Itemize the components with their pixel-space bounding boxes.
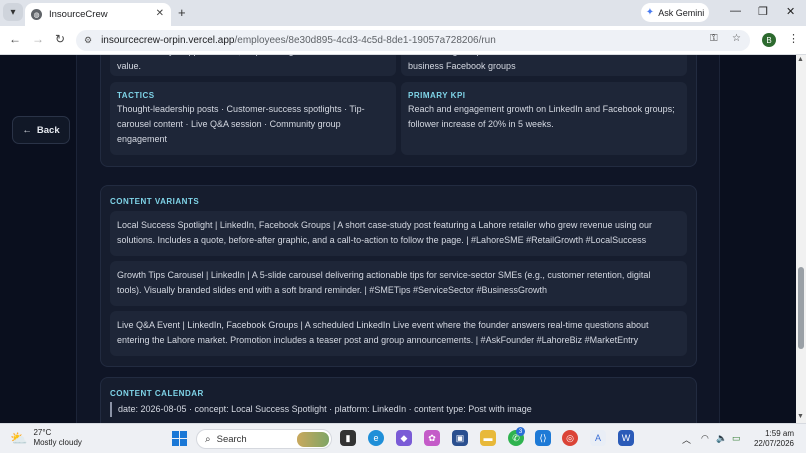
taskbar-search[interactable]: ⌕ Search bbox=[196, 429, 332, 449]
new-tab-icon[interactable]: + bbox=[178, 5, 186, 20]
tactics-text: Thought-leadership posts · Customer-succ… bbox=[117, 104, 365, 144]
variant-text: Local Success Spotlight | LinkedIn, Face… bbox=[117, 220, 652, 245]
browser-toolbar: ← → ↻ ⚙ insourcecrew-orpin.vercel.app/em… bbox=[0, 26, 806, 55]
ask-gemini-button[interactable]: ✦ Ask Gemini bbox=[641, 3, 709, 22]
copilot-icon[interactable]: ◆ bbox=[396, 430, 412, 446]
calendar-entry-marker bbox=[110, 402, 112, 417]
tab-title: InsourceCrew bbox=[49, 9, 108, 20]
content-variants-label: CONTENT VARIANTS bbox=[110, 197, 200, 206]
page-scrollbar[interactable]: ▲ ▼ bbox=[796, 55, 806, 423]
list-item: Local Success Spotlight | LinkedIn, Face… bbox=[110, 211, 687, 256]
notification-badge: 3 bbox=[516, 427, 525, 436]
reload-icon[interactable]: ↻ bbox=[55, 32, 65, 46]
tone-text: Professional yet approachable, emphasizi… bbox=[117, 55, 374, 71]
page-viewport: ← Back Professional yet approachable, em… bbox=[0, 55, 796, 423]
weather-widget[interactable]: ⛅ 27°C Mostly cloudy bbox=[10, 428, 82, 448]
minimize-icon[interactable]: — bbox=[730, 5, 741, 17]
gemini-sparkle-icon: ✦ bbox=[645, 7, 655, 18]
bookmark-star-icon[interactable]: ☆ bbox=[732, 33, 741, 44]
browser-tab[interactable]: ◍ InsourceCrew ✕ bbox=[25, 3, 171, 26]
tactics-label: TACTICS bbox=[117, 91, 155, 100]
channels-text: LinkedIn organic posts · LinkedIn articl… bbox=[408, 55, 673, 71]
url-path: /employees/8e30d895-4cd3-4c5d-8de1-19057… bbox=[234, 35, 496, 46]
password-key-icon[interactable]: ⚿ bbox=[710, 33, 718, 44]
browser-tab-bar: ▾ ◍ InsourceCrew ✕ + ✦ Ask Gemini — ❐ ✕ bbox=[0, 0, 806, 26]
list-item: Live Q&A Event | LinkedIn, Facebook Grou… bbox=[110, 311, 687, 356]
back-label: Back bbox=[36, 124, 60, 136]
browser-menu-icon[interactable]: ⋮ bbox=[788, 32, 799, 45]
wifi-icon[interactable]: ◠ bbox=[701, 433, 709, 444]
content-variants-card: CONTENT VARIANTS Local Success Spotlight… bbox=[100, 185, 697, 367]
taskbar-clock[interactable]: 1:59 am 22/07/2026 bbox=[752, 429, 794, 449]
clock-time: 1:59 am bbox=[765, 429, 794, 438]
chrome-icon[interactable]: ◎ bbox=[562, 430, 578, 446]
back-arrow-icon[interactable]: ← bbox=[9, 32, 21, 46]
ask-gemini-label: Ask Gemini bbox=[658, 7, 705, 18]
vscode-icon[interactable]: ⟨⟩ bbox=[535, 430, 551, 446]
site-info-icon[interactable]: ⚙ bbox=[84, 35, 92, 46]
scroll-down-icon[interactable]: ▼ bbox=[797, 413, 804, 420]
windows-start-icon[interactable] bbox=[172, 431, 187, 446]
os-taskbar: ⛅ 27°C Mostly cloudy ⌕ Search ▮ e ◆ ✿ ▣ … bbox=[0, 423, 806, 453]
copilot-app-icon[interactable]: ✿ bbox=[424, 430, 440, 446]
file-explorer-icon[interactable]: ▬ bbox=[480, 430, 496, 446]
scroll-up-icon[interactable]: ▲ bbox=[797, 56, 804, 63]
volume-mute-icon[interactable]: 🔈 bbox=[716, 433, 727, 444]
search-placeholder: Search bbox=[216, 433, 247, 445]
search-icon: ⌕ bbox=[205, 433, 211, 445]
back-button[interactable]: ← Back bbox=[12, 116, 70, 144]
search-highlight-image bbox=[297, 432, 329, 447]
strategy-card: Professional yet approachable, emphasizi… bbox=[100, 55, 697, 167]
close-tab-icon[interactable]: ✕ bbox=[156, 8, 164, 19]
weather-condition: Mostly cloudy bbox=[33, 438, 82, 447]
content-calendar-label: CONTENT CALENDAR bbox=[110, 389, 204, 398]
arrow-left-icon: ← bbox=[22, 124, 32, 136]
tab-search-button[interactable]: ▾ bbox=[3, 3, 23, 21]
battery-icon[interactable]: ▭ bbox=[732, 433, 741, 444]
profile-avatar[interactable]: B bbox=[762, 33, 776, 47]
variant-text: Live Q&A Event | LinkedIn, Facebook Grou… bbox=[117, 320, 649, 345]
edge-icon[interactable]: e bbox=[368, 430, 384, 446]
tactics-panel: TACTICS Thought-leadership posts · Custo… bbox=[110, 82, 396, 155]
partly-cloudy-icon: ⛅ bbox=[10, 429, 28, 446]
task-view-icon[interactable]: ▮ bbox=[340, 430, 356, 446]
clock-date: 22/07/2026 bbox=[753, 439, 794, 448]
globe-icon: ◍ bbox=[31, 9, 42, 20]
forward-arrow-icon[interactable]: → bbox=[32, 32, 44, 46]
primary-kpi-text: Reach and engagement growth on LinkedIn … bbox=[408, 104, 675, 129]
window-close-icon[interactable]: ✕ bbox=[786, 5, 795, 18]
temperature: 27°C bbox=[33, 428, 52, 437]
primary-kpi-panel: PRIMARY KPI Reach and engagement growth … bbox=[401, 82, 687, 155]
calendar-entry-text: date: 2026-08-05 · concept: Local Succes… bbox=[118, 404, 532, 414]
tone-panel: Professional yet approachable, emphasizi… bbox=[110, 55, 396, 76]
url-host: insourcecrew-orpin.vercel.app bbox=[101, 35, 235, 46]
restore-icon[interactable]: ❐ bbox=[758, 5, 768, 18]
primary-kpi-label: PRIMARY KPI bbox=[408, 91, 466, 100]
word-icon[interactable]: W bbox=[618, 430, 634, 446]
store-icon[interactable]: ▣ bbox=[452, 430, 468, 446]
variant-text: Growth Tips Carousel | LinkedIn | A 5-sl… bbox=[117, 270, 651, 295]
scroll-thumb[interactable] bbox=[798, 267, 804, 349]
tray-chevron-up-icon[interactable]: ︿ bbox=[682, 433, 691, 446]
list-item: Growth Tips Carousel | LinkedIn | A 5-sl… bbox=[110, 261, 687, 306]
app-a-icon[interactable]: A bbox=[590, 430, 606, 446]
channels-panel: LinkedIn organic posts · LinkedIn articl… bbox=[401, 55, 687, 76]
address-bar[interactable]: ⚙ insourcecrew-orpin.vercel.app/employee… bbox=[76, 30, 750, 51]
